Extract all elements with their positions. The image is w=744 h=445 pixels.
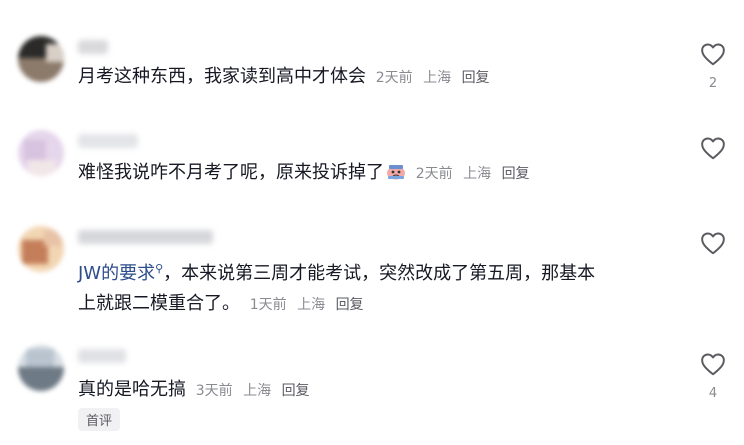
comment-body-line2: 上就跟二模重合了。 [78, 293, 240, 314]
avatar[interactable] [18, 345, 64, 391]
reply-button[interactable]: 回复 [502, 166, 530, 182]
comment-meta: 1天前 上海 回复 [250, 297, 370, 313]
comment-location: 上海 [463, 166, 492, 182]
comment-body-line1: ，本来说第三周才能考试，突然改成了第五周，那基本 [163, 263, 596, 284]
comment-time: 2天前 [375, 70, 413, 86]
username-blurred[interactable] [78, 40, 108, 54]
heart-outline-icon [701, 232, 725, 255]
comment-body: 真的是哈无搞 [78, 379, 186, 400]
comment-meta: 2天前 上海 回复 [376, 70, 496, 86]
mention-link[interactable]: JW的要求⚲ [78, 262, 164, 284]
like-button[interactable] [697, 136, 729, 170]
heart-outline-icon [701, 137, 725, 160]
heart-outline-icon [701, 353, 725, 376]
like-button[interactable]: 2 [697, 42, 729, 91]
heart-outline-icon [701, 43, 725, 66]
comment-location: 上海 [297, 297, 326, 313]
comment-meta: 2天前 上海 回复 [416, 166, 536, 182]
comment-time: 3天前 [195, 383, 233, 399]
comment-text: 月考这种东西，我家读到高中才体会 2天前 上海 回复 [78, 62, 678, 93]
comment-meta: 3天前 上海 回复 [196, 383, 316, 399]
avatar[interactable] [18, 130, 64, 176]
like-count: 4 [708, 386, 718, 401]
comment-location: 上海 [243, 383, 272, 399]
comment-location: 上海 [423, 70, 452, 86]
reply-button[interactable]: 回复 [462, 70, 490, 86]
crying-face-emoji-icon [387, 165, 405, 180]
reply-button[interactable]: 回复 [282, 383, 310, 399]
avatar[interactable] [18, 36, 64, 82]
reply-button[interactable]: 回复 [336, 297, 364, 313]
comment-time: 2天前 [415, 166, 453, 182]
comment-text: 难怪我说咋不月考了呢，原来投诉掉了 2天前 上海 回复 [78, 158, 678, 189]
like-button[interactable] [697, 231, 729, 265]
comment-text: 真的是哈无搞 3天前 上海 回复 [78, 375, 678, 406]
username-blurred[interactable] [78, 134, 138, 148]
comment-text: JW的要求⚲，本来说第三周才能考试，突然改成了第五周，那基本 上就跟二模重合了。… [78, 254, 678, 320]
comment-body: 月考这种东西，我家读到高中才体会 [78, 66, 366, 87]
avatar[interactable] [18, 226, 64, 272]
comment-time: 1天前 [249, 297, 287, 313]
like-count: 2 [708, 76, 718, 91]
first-comment-badge: 首评 [78, 408, 121, 431]
search-icon: ⚲ [155, 262, 164, 275]
like-button[interactable]: 4 [697, 352, 729, 401]
comment-body: 难怪我说咋不月考了呢，原来投诉掉了 [78, 162, 384, 183]
username-blurred[interactable] [78, 349, 126, 363]
username-blurred[interactable] [78, 230, 213, 244]
